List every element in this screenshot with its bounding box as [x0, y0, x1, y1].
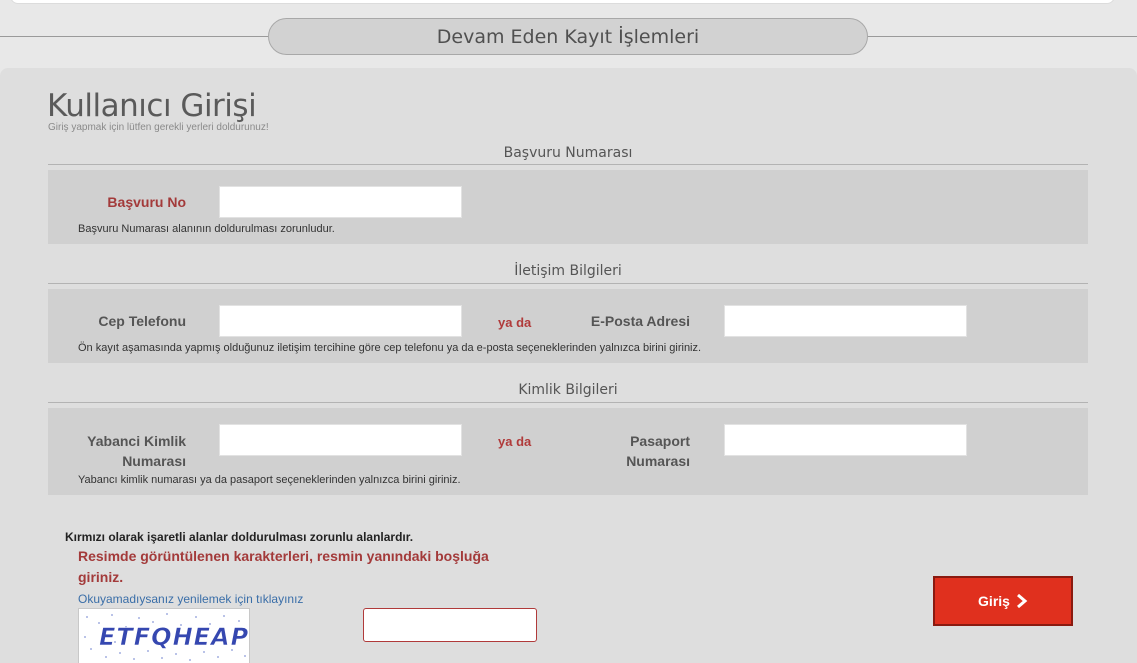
or-label: ya da: [498, 434, 532, 449]
header-title: Devam Eden Kayıt İşlemleri: [268, 18, 868, 55]
contact-box: Cep Telefonu ya da E-Posta Adresi Ön kay…: [48, 289, 1088, 363]
foreign-id-label: Yabanci Kimlik Numarası: [87, 433, 186, 469]
page-subtitle: Giriş yapmak için lütfen gerekli yerleri…: [48, 122, 269, 133]
chevron-right-icon: [1016, 594, 1028, 608]
section-title-contact: İletişim Bilgileri: [514, 263, 622, 279]
passport-input[interactable]: [724, 424, 967, 456]
section-divider: [48, 283, 1088, 284]
phone-label: Cep Telefonu: [98, 313, 186, 329]
application-no-label: Başvuru No: [107, 194, 186, 210]
captcha-graphic: ETFQHEAP: [84, 613, 249, 661]
browser-top-strip: [0, 0, 1137, 8]
passport-label: Pasaport Numarası: [626, 433, 690, 469]
login-button-label: Giriş: [978, 593, 1010, 609]
captcha-refresh-link[interactable]: Okuyamadıysanız yenilemek için tıklayını…: [78, 592, 303, 606]
application-box: Başvuru No Başvuru Numarası alanının dol…: [48, 170, 1088, 244]
captcha-text: ETFQHEAP: [99, 623, 249, 651]
email-label: E-Posta Adresi: [590, 313, 690, 329]
section-divider: [48, 402, 1088, 403]
section-divider: [48, 164, 1088, 165]
application-no-input[interactable]: [219, 186, 462, 218]
required-fields-note: Kırmızı olarak işaretli alanlar doldurul…: [65, 530, 414, 544]
page-title: Kullanıcı Girişi: [47, 88, 257, 124]
captcha-image: ETFQHEAP: [78, 608, 250, 663]
section-title-application: Başvuru Numarası: [503, 145, 633, 161]
identity-box: Yabanci Kimlik Numarası ya da Pasaport N…: [48, 408, 1088, 495]
section-title-identity: Kimlik Bilgileri: [518, 382, 618, 398]
captcha-instruction: Resimde görüntülenen karakterleri, resmi…: [78, 548, 489, 585]
foreign-id-input[interactable]: [219, 424, 462, 456]
login-button[interactable]: Giriş: [933, 576, 1073, 626]
contact-hint: Ön kayıt aşamasında yapmış olduğunuz ile…: [78, 342, 702, 354]
identity-hint: Yabancı kimlik numarası ya da pasaport s…: [78, 474, 461, 486]
captcha-input[interactable]: [363, 608, 537, 642]
phone-input[interactable]: [219, 305, 462, 337]
email-input[interactable]: [724, 305, 967, 337]
application-hint: Başvuru Numarası alanının doldurulması z…: [78, 223, 335, 235]
or-label: ya da: [498, 315, 532, 330]
